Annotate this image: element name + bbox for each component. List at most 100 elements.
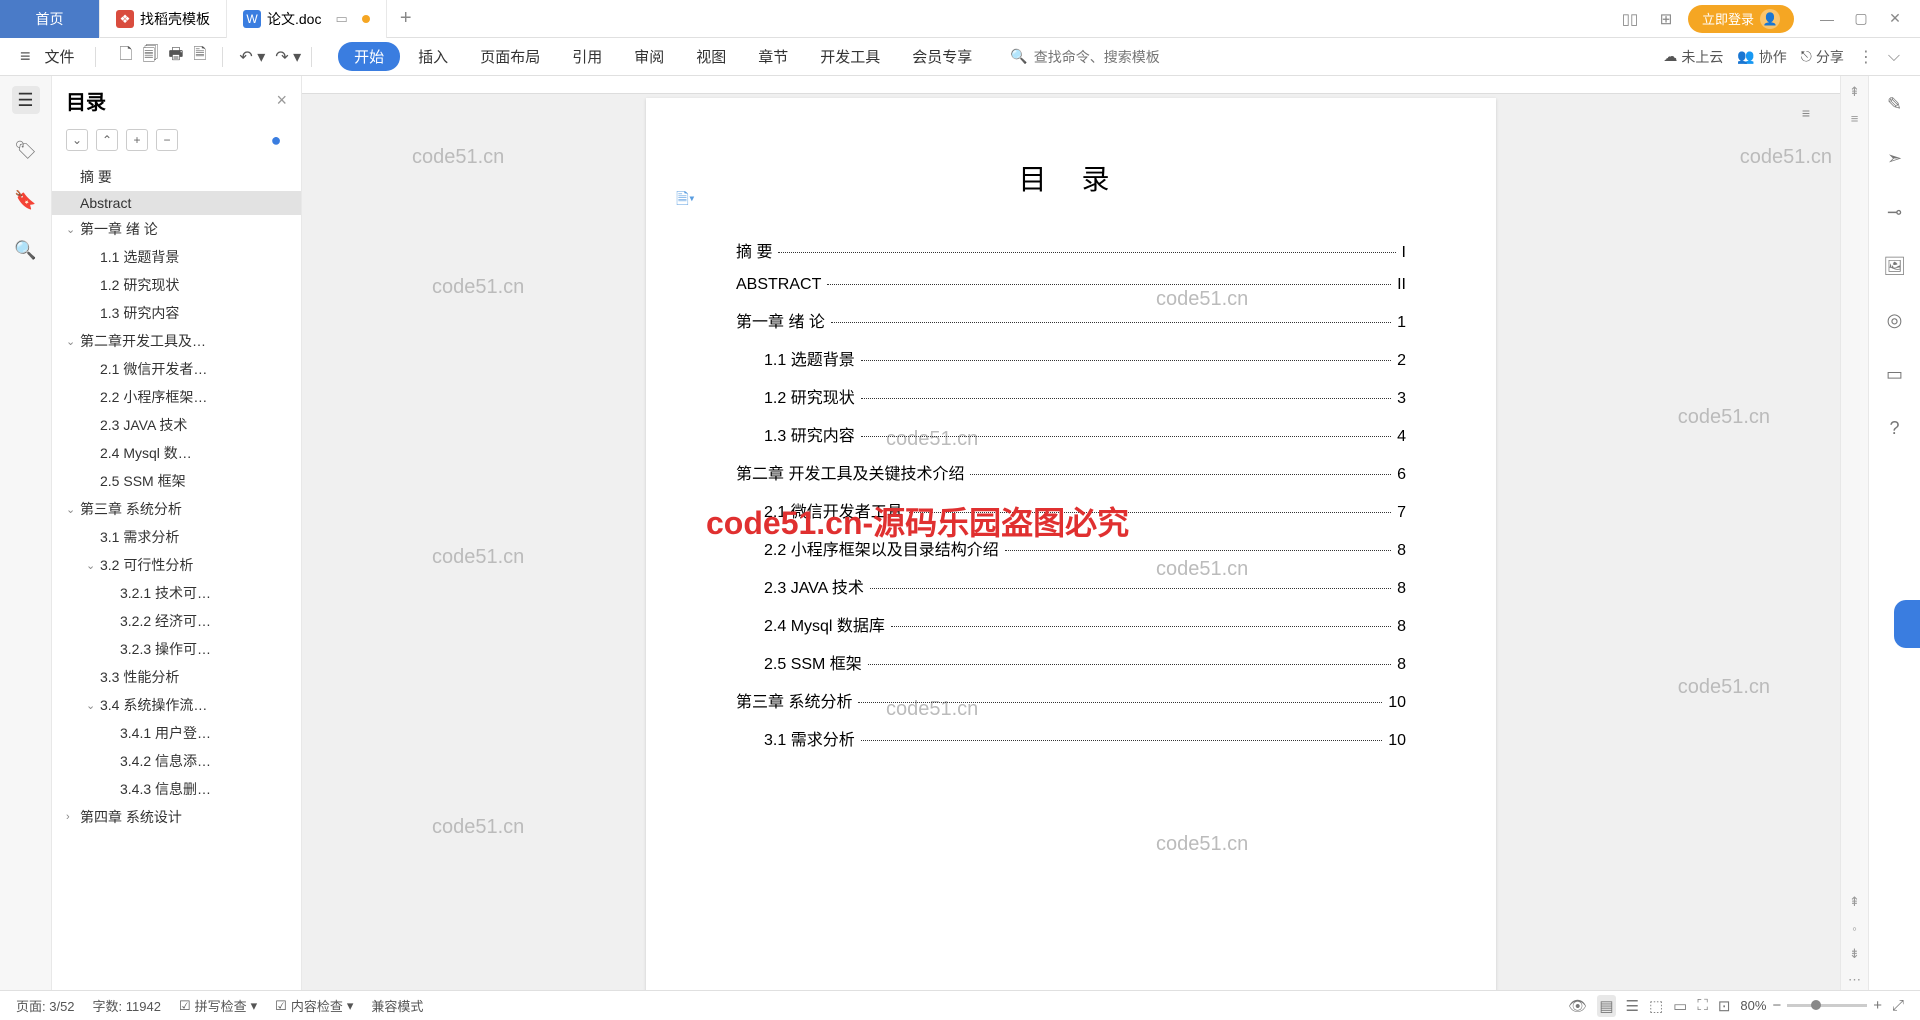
minimize-button[interactable]: — <box>1810 4 1844 34</box>
search-rail-icon[interactable]: 🔍 <box>12 236 40 264</box>
tag-rail-icon[interactable]: 🏷 <box>12 136 40 164</box>
ribbon-tab-start[interactable]: 开始 <box>338 42 400 71</box>
bookmark-rail-icon[interactable]: 🔖 <box>12 186 40 214</box>
next-page-icon[interactable]: ⇟ <box>1845 944 1865 964</box>
more-strip-icon[interactable]: ⋯ <box>1845 970 1865 990</box>
zoom-in-icon[interactable]: + <box>1873 997 1882 1014</box>
layout-icon[interactable]: ▯▯ <box>1616 5 1644 33</box>
outline-item[interactable]: ·3.4.1 用户登… <box>52 719 301 747</box>
login-button[interactable]: 立即登录 👤 <box>1688 5 1794 33</box>
outline-item[interactable]: ·摘 要 <box>52 163 301 191</box>
save-as-icon[interactable]: 🗐 <box>142 43 158 70</box>
document-page[interactable]: 🗎▾ code51.cn code51.cn code51.cn code51.… <box>646 98 1496 990</box>
ribbon-tab-section[interactable]: 章节 <box>744 40 802 73</box>
chevron-icon[interactable]: ⌄ <box>66 503 80 516</box>
outline-item[interactable]: ⌄第二章开发工具及… <box>52 327 301 355</box>
save-icon[interactable]: 🗋 <box>120 43 133 70</box>
outline-item[interactable]: ·3.2.2 经济可… <box>52 607 301 635</box>
zoom-out-icon[interactable]: − <box>1772 997 1781 1014</box>
horizontal-ruler[interactable] <box>302 76 1840 94</box>
tab-templates[interactable]: ❖ 找稻壳模板 <box>100 0 227 38</box>
presentation-icon[interactable]: ▭ <box>335 11 347 27</box>
content-check-toggle[interactable]: ☑ 内容检查 ▾ <box>275 996 353 1015</box>
page-status[interactable]: 页面: 3/52 <box>16 996 75 1015</box>
outline-item[interactable]: ·2.2 小程序框架… <box>52 383 301 411</box>
toc-entry[interactable]: 2.4 Mysql 数据库8 <box>736 612 1406 636</box>
close-button[interactable]: ✕ <box>1878 4 1912 34</box>
settings-icon[interactable]: ⊸ <box>1881 198 1909 226</box>
toc-entry[interactable]: 2.2 小程序框架以及目录结构介绍8 <box>736 536 1406 560</box>
pointer-icon[interactable]: ➣ <box>1881 144 1909 172</box>
outline-item[interactable]: ›第四章 系统设计 <box>52 803 301 831</box>
eye-icon[interactable]: 👁 <box>1568 997 1587 1015</box>
outline-item[interactable]: ·3.3 性能分析 <box>52 663 301 691</box>
toc-entry[interactable]: 1.2 研究现状3 <box>736 384 1406 408</box>
ribbon-tab-insert[interactable]: 插入 <box>404 40 462 73</box>
feedback-flag[interactable] <box>1894 600 1920 648</box>
outline-item[interactable]: ⌄第一章 绪 论 <box>52 215 301 243</box>
page-options-icon[interactable]: 🗎▾ <box>676 188 695 215</box>
outline-item[interactable]: ⌄3.2 可行性分析 <box>52 551 301 579</box>
outline-item[interactable]: ·Abstract <box>52 191 301 215</box>
chevron-icon[interactable]: ⌄ <box>86 699 100 712</box>
redo-icon[interactable]: ↷ ▾ <box>275 47 301 67</box>
zoom-slider[interactable] <box>1787 1004 1867 1007</box>
ribbon-tab-layout[interactable]: 页面布局 <box>466 40 554 73</box>
toc-entry[interactable]: 2.1 微信开发者工具7 <box>736 498 1406 522</box>
chevron-icon[interactable]: ⌄ <box>66 223 80 236</box>
prev-page-icon[interactable]: ⇞ <box>1845 892 1865 912</box>
outline-item[interactable]: ·1.1 选题背景 <box>52 243 301 271</box>
expand-all-icon[interactable]: ⌃ <box>96 129 118 151</box>
zoom-level[interactable]: 80% <box>1740 998 1766 1013</box>
reader-icon[interactable]: ▭ <box>1881 360 1909 388</box>
toc-entry[interactable]: 摘 要I <box>736 238 1406 262</box>
ribbon-tab-review[interactable]: 审阅 <box>620 40 678 73</box>
collapse-all-icon[interactable]: ⌄ <box>66 129 88 151</box>
page-view-icon[interactable]: ▤ <box>1597 995 1615 1017</box>
outline-item[interactable]: ⌄第三章 系统分析 <box>52 495 301 523</box>
toc-entry[interactable]: 第一章 绪 论1 <box>736 308 1406 332</box>
toc-entry[interactable]: 第三章 系统分析10 <box>736 688 1406 712</box>
command-search[interactable]: 🔍 <box>1010 48 1233 65</box>
compat-mode[interactable]: 兼容模式 <box>371 996 423 1015</box>
outline-item[interactable]: ·3.1 需求分析 <box>52 523 301 551</box>
print-icon[interactable]: 🖶 <box>168 43 183 70</box>
toc-entry[interactable]: 3.1 需求分析10 <box>736 726 1406 750</box>
add-tab-button[interactable]: + <box>387 0 425 38</box>
collapse-ribbon-icon[interactable]: ⌵ <box>1888 48 1900 66</box>
sync-icon[interactable]: ● <box>265 129 287 151</box>
print-preview-icon[interactable]: 🗎 <box>194 43 207 70</box>
web-view-icon[interactable]: ⬚ <box>1649 997 1663 1015</box>
hamburger-icon[interactable]: ≡ <box>1845 108 1865 128</box>
image-icon[interactable]: 🖼 <box>1881 252 1909 280</box>
apps-icon[interactable]: ⊞ <box>1652 5 1680 33</box>
scroll-top-icon[interactable]: ⇞ <box>1845 82 1865 102</box>
maximize-button[interactable]: ▢ <box>1844 4 1878 34</box>
outline-view-icon[interactable]: ☰ <box>1626 997 1639 1015</box>
ribbon-tab-view[interactable]: 视图 <box>682 40 740 73</box>
toc-entry[interactable]: 1.3 研究内容4 <box>736 422 1406 446</box>
close-icon[interactable]: × <box>276 90 287 111</box>
toc-entry[interactable]: 1.1 选题背景2 <box>736 346 1406 370</box>
share-button[interactable]: ⎋ 分享 <box>1801 47 1844 67</box>
outline-item[interactable]: ·3.2.1 技术可… <box>52 579 301 607</box>
more-icon[interactable]: ⋮ <box>1858 47 1874 67</box>
outline-item[interactable]: ·3.4.3 信息删… <box>52 775 301 803</box>
search-input[interactable] <box>1034 49 1234 65</box>
find-icon[interactable]: ◦ <box>1845 918 1865 938</box>
ribbon-tab-references[interactable]: 引用 <box>558 40 616 73</box>
style-panel-toggle[interactable]: ≡ <box>1788 98 1824 128</box>
outline-rail-icon[interactable]: ☰ <box>12 86 40 114</box>
word-count[interactable]: 字数: 11942 <box>93 996 161 1015</box>
target-icon[interactable]: ◎ <box>1881 306 1909 334</box>
spellcheck-toggle[interactable]: ☑ 拼写检查 ▾ <box>179 996 257 1015</box>
collab-button[interactable]: 👥 协作 <box>1737 47 1786 67</box>
outline-item[interactable]: ·2.1 微信开发者… <box>52 355 301 383</box>
add-heading-icon[interactable]: + <box>126 129 148 151</box>
outline-item[interactable]: ·3.4.2 信息添… <box>52 747 301 775</box>
outline-item[interactable]: ·1.2 研究现状 <box>52 271 301 299</box>
outline-item[interactable]: ⌄3.4 系统操作流… <box>52 691 301 719</box>
help-icon[interactable]: ? <box>1881 414 1909 442</box>
remove-heading-icon[interactable]: − <box>156 129 178 151</box>
menu-icon[interactable]: ≡ <box>20 46 31 67</box>
